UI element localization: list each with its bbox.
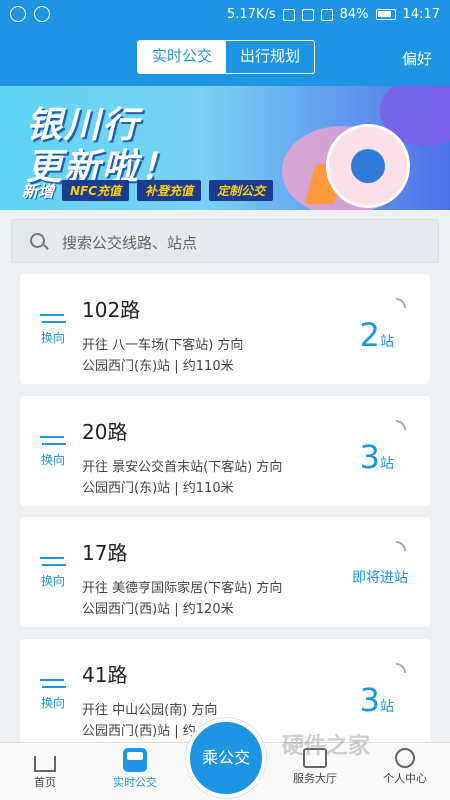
bus-icon bbox=[123, 748, 147, 772]
status-left-icons bbox=[10, 6, 50, 22]
account-icon bbox=[34, 6, 50, 22]
swap-icon bbox=[40, 555, 66, 569]
route-card[interactable]: 换向 20路 开往 景安公交首末站(下客站) 方向 公园西门(东)站 | 约11… bbox=[20, 396, 430, 506]
nav-item-realtime-bus[interactable]: 实时公交 bbox=[90, 743, 180, 790]
swap-label: 换向 bbox=[40, 696, 65, 710]
ride-bus-button[interactable]: 乘公交 bbox=[186, 718, 266, 798]
notification-icon bbox=[10, 6, 26, 22]
location-icon bbox=[282, 8, 295, 21]
route-direction: 开往 中山公园(南) 方向 bbox=[82, 703, 218, 718]
search-placeholder: 搜索公交线路、站点 bbox=[62, 234, 198, 252]
home-icon bbox=[34, 756, 56, 772]
nav-item-profile[interactable]: 个人中心 bbox=[360, 743, 450, 786]
user-icon bbox=[395, 748, 415, 768]
nav-label: 首页 bbox=[34, 776, 56, 789]
realtime-signal-icon bbox=[396, 298, 406, 308]
eta: 3站 bbox=[360, 681, 394, 719]
nav-label: 服务大厅 bbox=[293, 772, 337, 785]
swap-label: 换向 bbox=[40, 574, 65, 588]
tab-trip-planning[interactable]: 出行规划 bbox=[226, 41, 314, 73]
nav-item-home[interactable]: 首页 bbox=[0, 743, 90, 790]
tab-realtime-bus[interactable]: 实时公交 bbox=[138, 41, 226, 73]
banner-features: 新增 NFC充值 补登充值 定制公交 bbox=[22, 178, 274, 202]
battery-icon bbox=[375, 9, 396, 20]
search-icon bbox=[30, 233, 45, 248]
battery-percent: 84% bbox=[339, 7, 369, 22]
route-name: 20路 bbox=[82, 420, 128, 444]
route-direction: 开往 美德亨国际家居(下客站) 方向 bbox=[82, 581, 283, 596]
route-name: 102路 bbox=[82, 298, 141, 322]
eta: 2站 bbox=[360, 316, 394, 354]
mode-switch: 实时公交 出行规划 bbox=[137, 40, 315, 74]
app-header: 实时公交 出行规划 偏好 bbox=[0, 30, 450, 86]
eta: 3站 bbox=[360, 438, 394, 476]
banner-tag: NFC充值 bbox=[62, 179, 130, 201]
swap-direction-button[interactable]: 换向 bbox=[36, 677, 70, 711]
watermark: 硬件之家 bbox=[282, 734, 371, 759]
promo-banner[interactable]: 银川行 更新啦！ 新增 NFC充值 补登充值 定制公交 bbox=[0, 86, 450, 210]
route-stop: 公园西门(东)站 | 约110米 bbox=[82, 481, 234, 496]
route-stop: 公园西门(西)站 | 约 bbox=[82, 724, 196, 739]
rocket-icon bbox=[326, 124, 410, 208]
signal-icon bbox=[320, 8, 333, 21]
logo-icon bbox=[351, 149, 385, 183]
banner-new-label: 新增 bbox=[22, 182, 55, 201]
swap-label: 换向 bbox=[40, 331, 65, 345]
status-bar: 5.17K/s 84% 14:17 bbox=[0, 0, 450, 30]
realtime-signal-icon bbox=[396, 541, 406, 551]
search-box[interactable]: 搜索公交线路、站点 bbox=[11, 219, 439, 263]
route-name: 17路 bbox=[82, 541, 128, 565]
status-right: 5.17K/s 84% 14:17 bbox=[227, 7, 440, 22]
network-speed: 5.17K/s bbox=[227, 7, 276, 22]
swap-label: 换向 bbox=[40, 453, 65, 467]
swap-direction-button[interactable]: 换向 bbox=[36, 434, 70, 468]
swap-direction-button[interactable]: 换向 bbox=[36, 555, 70, 589]
eta-stops: 2 bbox=[359, 316, 380, 354]
banner-tag: 定制公交 bbox=[209, 179, 274, 201]
banner-tag: 补登充值 bbox=[137, 179, 202, 201]
eta-arriving: 即将进站 bbox=[352, 570, 408, 586]
eta-unit: 站 bbox=[380, 334, 394, 350]
nav-label: 实时公交 bbox=[113, 776, 157, 789]
route-card[interactable]: 换向 102路 开往 八一车场(下客站) 方向 公园西门(东)站 | 约110米… bbox=[20, 274, 430, 384]
swap-icon bbox=[40, 677, 66, 691]
eta-stops: 3 bbox=[359, 681, 380, 719]
eta-unit: 站 bbox=[380, 456, 394, 472]
wifi-icon bbox=[301, 8, 314, 21]
preferences-button[interactable]: 偏好 bbox=[402, 48, 432, 69]
clock: 14:17 bbox=[402, 7, 440, 22]
swap-icon bbox=[40, 312, 66, 326]
realtime-signal-icon bbox=[396, 663, 406, 673]
route-direction: 开往 景安公交首末站(下客站) 方向 bbox=[82, 460, 283, 475]
swap-icon bbox=[40, 434, 66, 448]
route-stop: 公园西门(东)站 | 约110米 bbox=[82, 359, 234, 374]
nav-label: 个人中心 bbox=[383, 772, 427, 785]
realtime-signal-icon bbox=[396, 420, 406, 430]
eta-unit: 站 bbox=[380, 699, 394, 715]
route-stop: 公园西门(西)站 | 约120米 bbox=[82, 602, 234, 617]
route-direction: 开往 八一车场(下客站) 方向 bbox=[82, 338, 244, 353]
route-card[interactable]: 换向 17路 开往 美德亨国际家居(下客站) 方向 公园西门(西)站 | 约12… bbox=[20, 517, 430, 627]
swap-direction-button[interactable]: 换向 bbox=[36, 312, 70, 346]
route-name: 41路 bbox=[82, 663, 128, 687]
eta-stops: 3 bbox=[359, 438, 380, 476]
